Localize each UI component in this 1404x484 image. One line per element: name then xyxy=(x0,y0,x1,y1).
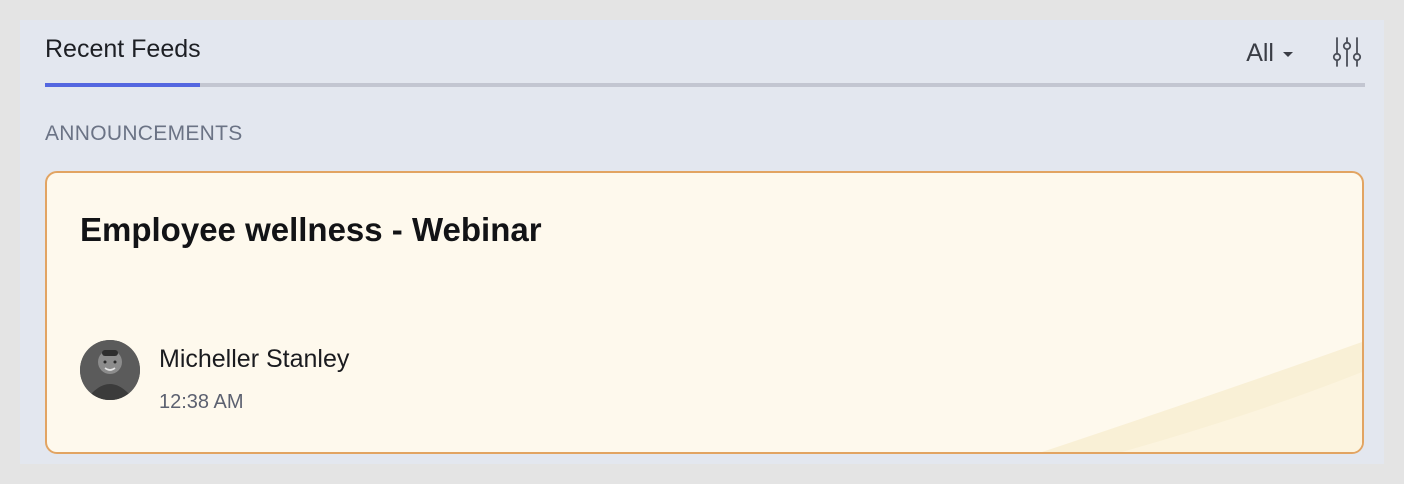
recent-feeds-panel: Recent Feeds All ANNOUNCEMENTS Employee … xyxy=(20,20,1384,464)
card-decoration xyxy=(1042,342,1362,452)
sliders-icon xyxy=(1332,37,1362,67)
announcement-card[interactable]: Employee wellness - Webinar Micheller St… xyxy=(45,171,1364,454)
avatar-photo xyxy=(80,340,140,400)
tab-recent-feeds[interactable]: Recent Feeds xyxy=(45,34,201,87)
feed-filter-dropdown[interactable]: All xyxy=(1246,36,1293,70)
post-timestamp: 12:38 AM xyxy=(159,391,244,413)
announcement-title: Employee wellness - Webinar xyxy=(80,211,542,248)
user-avatar xyxy=(80,340,140,400)
filter-settings-button[interactable] xyxy=(1329,34,1365,70)
feed-header: Recent Feeds All xyxy=(45,20,1365,88)
tab-divider xyxy=(45,83,1365,87)
active-tab-indicator xyxy=(45,83,200,87)
feed-filter-value: All xyxy=(1246,38,1274,67)
author-name[interactable]: Micheller Stanley xyxy=(159,345,349,374)
caret-down-icon xyxy=(1283,52,1293,57)
tab-recent-feeds-label: Recent Feeds xyxy=(45,35,201,63)
section-heading-announcements: ANNOUNCEMENTS xyxy=(45,122,243,145)
